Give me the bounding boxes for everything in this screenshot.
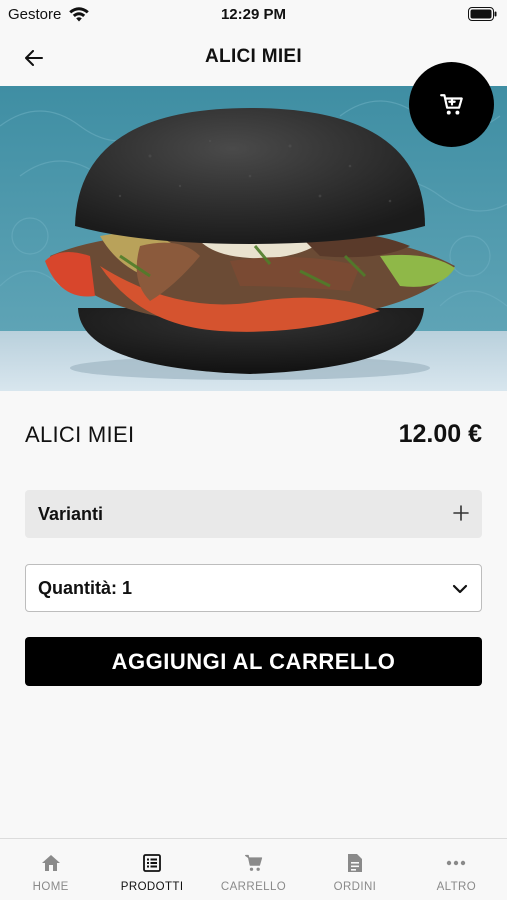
tab-label: ALTRO	[436, 881, 477, 893]
tab-altro[interactable]: ALTRO	[406, 839, 507, 900]
status-bar: Gestore 12:29 PM	[0, 0, 507, 30]
more-icon	[446, 853, 466, 873]
cart-button[interactable]	[409, 62, 494, 147]
list-icon	[142, 853, 162, 873]
home-icon	[41, 853, 61, 873]
variants-expander[interactable]: Varianti	[25, 490, 482, 538]
product-name: ALICI MIEI	[25, 422, 135, 447]
tab-label: HOME	[32, 881, 69, 893]
document-icon	[345, 853, 365, 873]
variants-label: Varianti	[38, 504, 104, 524]
tab-label: CARRELLO	[220, 881, 287, 893]
tab-label: PRODOTTI	[120, 881, 184, 893]
quantity-select[interactable]: Quantità: 1	[25, 564, 482, 612]
plus-icon	[453, 505, 469, 521]
tab-carrello[interactable]: CARRELLO	[203, 839, 304, 900]
tab-prodotti[interactable]: PRODOTTI	[101, 839, 202, 900]
tab-home[interactable]: HOME	[0, 839, 101, 900]
product-price: 12.00 €	[398, 420, 482, 448]
clock: 12:29 PM	[220, 6, 287, 23]
page-title: ALICI MIEI	[205, 46, 302, 67]
cart-icon	[244, 853, 264, 873]
cart-icon	[439, 93, 463, 115]
tab-bar: HOME PRODOTTI CARRELLO ORDINI ALTRO	[0, 838, 507, 900]
tab-ordini[interactable]: ORDINI	[304, 839, 405, 900]
battery-icon	[468, 7, 497, 21]
quantity-label: Quantità: 1	[38, 578, 133, 598]
tab-label: ORDINI	[333, 881, 377, 893]
add-to-cart-button[interactable]: AGGIUNGI AL CARRELLO	[25, 637, 482, 686]
product-header: ALICI MIEI 12.00 €	[25, 420, 482, 450]
chevron-down-icon	[452, 584, 468, 594]
